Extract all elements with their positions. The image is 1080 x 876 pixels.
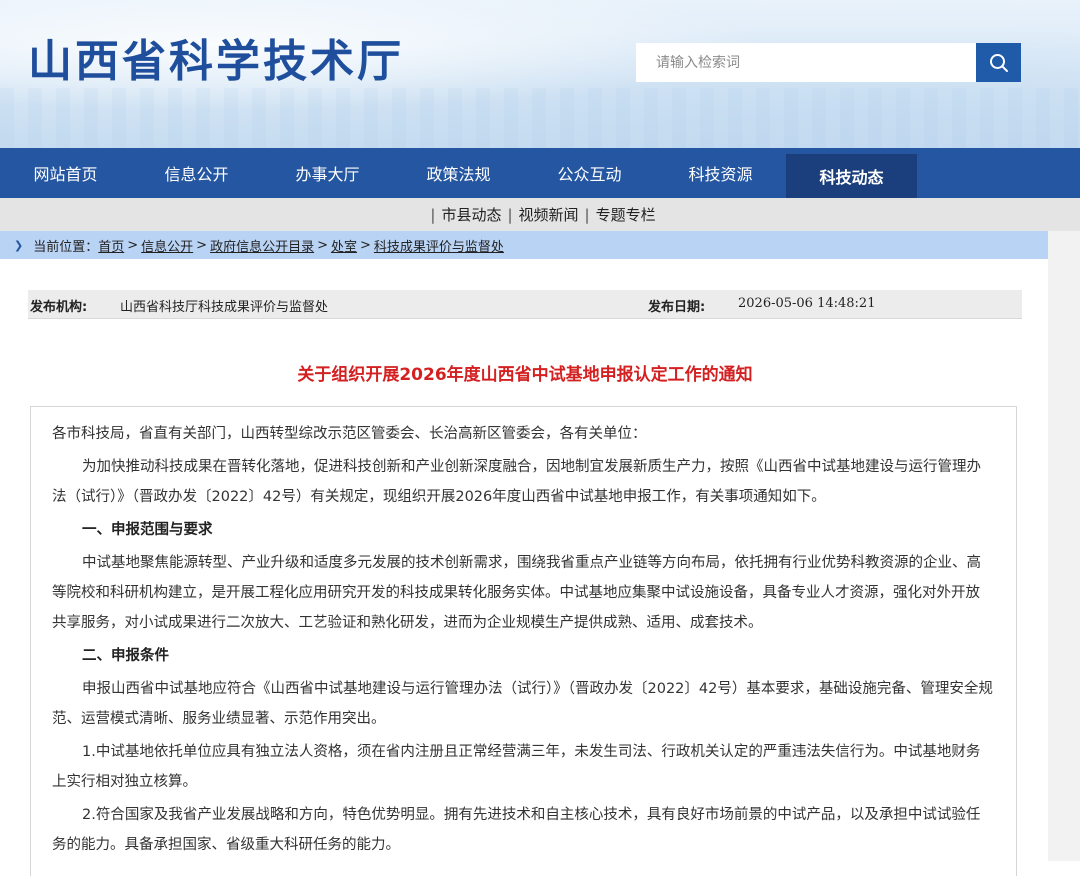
paragraph: 申报山西省中试基地应符合《山西省中试基地建设与运行管理办法（试行）》（晋政办发〔… — [52, 681, 993, 727]
paragraph: 1.中试基地依托单位应具有独立法人资格，须在省内注册且正常经营满三年，未发生司法… — [52, 744, 981, 790]
nav-public-interaction[interactable]: 公众互动 — [524, 148, 655, 198]
paragraph: 中试基地聚焦能源转型、产业升级和适度多元发展的技术创新需求，围绕我省重点产业链等… — [52, 555, 981, 631]
breadcrumb-departments[interactable]: 处室 — [331, 236, 357, 255]
nav-home[interactable]: 网站首页 — [0, 148, 131, 198]
sub-nav: | 市县动态 | 视频新闻 | 专题专栏 — [0, 198, 1080, 231]
breadcrumb-department[interactable]: 科技成果评价与监督处 — [374, 236, 504, 255]
breadcrumb-info-disclosure[interactable]: 信息公开 — [141, 236, 193, 255]
main-nav: 网站首页 信息公开 办事大厅 政策法规 公众互动 科技资源 科技动态 — [0, 148, 1080, 198]
right-gutter — [1048, 231, 1080, 861]
sub-nav-video-news[interactable]: 视频新闻 — [519, 204, 579, 225]
date-value: 2026-05-06 14:48:21 — [738, 296, 876, 311]
search-icon — [989, 53, 1008, 72]
breadcrumb-prefix: 当前位置： — [33, 239, 99, 255]
nav-info-disclosure[interactable]: 信息公开 — [131, 148, 262, 198]
site-title[interactable]: 山西省科学技术厅 — [28, 36, 404, 88]
sub-nav-county-news[interactable]: 市县动态 — [441, 204, 501, 225]
sub-nav-special-topics[interactable]: 专题专栏 — [596, 204, 656, 225]
search-button[interactable] — [976, 43, 1021, 82]
breadcrumb-home[interactable]: 首页 — [98, 236, 124, 255]
paragraph-salutation: 各市科技局，省直有关部门，山西转型综改示范区管委会、长治高新区管委会，各有关单位… — [52, 426, 647, 442]
nav-tech-resources[interactable]: 科技资源 — [655, 148, 786, 198]
date-label: 发布日期: — [648, 300, 706, 315]
breadcrumb-catalog[interactable]: 政府信息公开目录 — [210, 236, 314, 255]
breadcrumb: ❯ 当前位置： 首页 > 信息公开 > 政府信息公开目录 > 处室 > 科技成果… — [0, 231, 1048, 259]
section-heading: 二、申报条件 — [82, 648, 169, 664]
section-heading: 一、申报范围与要求 — [82, 522, 213, 538]
paragraph: 2.符合国家及我省产业发展战略和方向，特色优势明显。拥有先进技术和自主核心技术，… — [52, 807, 981, 853]
nav-tech-news[interactable]: 科技动态 — [786, 154, 917, 198]
chevron-right-icon: ❯ — [14, 238, 24, 252]
article-title: 关于组织开展2026年度山西省中试基地申报认定工作的通知 — [297, 365, 753, 385]
publisher-value: 山西省科技厅科技成果评价与监督处 — [120, 300, 329, 315]
header-banner: 山西省科学技术厅 — [0, 0, 1080, 148]
sub-nav-separator: | — [584, 205, 590, 224]
search-input[interactable] — [636, 43, 976, 82]
sub-nav-separator: | — [430, 205, 436, 224]
sub-nav-separator: | — [507, 205, 513, 224]
nav-policies[interactable]: 政策法规 — [393, 148, 524, 198]
meta-bar: 发布机构: 山西省科技厅科技成果评价与监督处 发布日期: 2026-05-06 … — [28, 290, 1022, 319]
paragraph: 为加快推动科技成果在晋转化落地，促进科技创新和产业创新深度融合，因地制宜发展新质… — [52, 459, 981, 505]
nav-service-hall[interactable]: 办事大厅 — [262, 148, 393, 198]
publisher-label: 发布机构: — [30, 300, 88, 315]
article-content: 各市科技局，省直有关部门，山西转型综改示范区管委会、长治高新区管委会，各有关单位… — [30, 406, 1017, 876]
